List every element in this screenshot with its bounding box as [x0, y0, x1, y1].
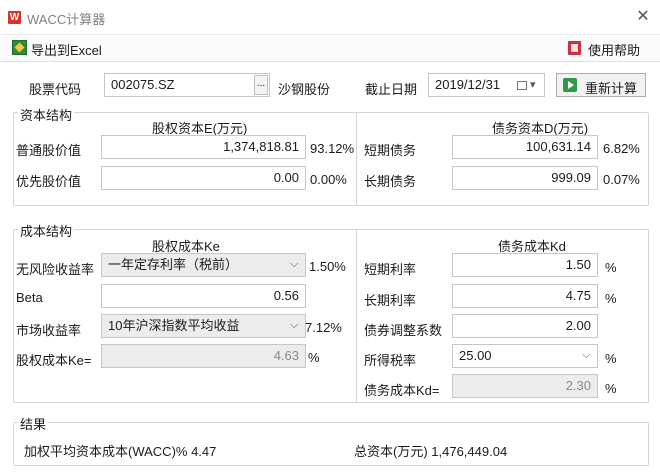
window-title: WACC计算器 — [27, 12, 106, 27]
long-term-rate-input[interactable]: 4.75 — [452, 284, 598, 308]
risk-free-chevron-down-icon[interactable]: ⌵ — [290, 258, 298, 271]
cost-of-debt-label: 债务成本Kd= — [364, 383, 440, 398]
long-term-rate-label: 长期利率 — [364, 293, 417, 308]
debt-adjustment-input[interactable]: 2.00 — [452, 314, 598, 338]
risk-free-rate-select[interactable]: 一年定存利率（税前） — [101, 253, 306, 277]
wacc-result: 加权平均资本成本(WACC)% 4.47 — [24, 444, 217, 459]
app-logo-icon: W — [8, 11, 21, 24]
short-term-debt-label: 短期债务 — [364, 143, 417, 158]
short-term-debt-pct: 6.82% — [603, 141, 640, 156]
tax-chevron-down-icon[interactable]: ⌵ — [582, 349, 590, 362]
export-to-excel-button[interactable]: 导出到Excel — [31, 40, 102, 59]
excel-export-icon[interactable] — [12, 40, 27, 55]
market-chevron-down-icon[interactable]: ⌵ — [290, 319, 298, 332]
debt-adjustment-label: 债券调整系数 — [364, 323, 443, 338]
tax-rate-option: 25.00 — [459, 348, 492, 363]
short-term-rate-label: 短期利率 — [364, 262, 417, 277]
tax-rate-select[interactable]: 25.00 — [452, 344, 598, 368]
risk-free-rate-option: 一年定存利率（税前） — [108, 257, 239, 272]
long-term-debt-label: 长期债务 — [364, 174, 417, 189]
date-chevron-down-icon[interactable]: ▾ — [530, 78, 536, 91]
cost-of-equity-unit: % — [308, 350, 320, 365]
cost-of-equity-value: 4.63 — [101, 344, 306, 368]
tax-rate-label: 所得税率 — [364, 353, 417, 368]
market-return-pct: 7.12% — [305, 320, 342, 335]
calendar-icon[interactable] — [517, 81, 527, 90]
date-label: 截止日期 — [365, 82, 418, 97]
beta-input[interactable]: 0.56 — [101, 284, 306, 308]
long-term-rate-unit: % — [605, 291, 617, 306]
recalculate-label: 重新计算 — [585, 81, 638, 96]
cost-structure-title: 成本结构 — [18, 221, 75, 240]
date-picker[interactable]: 2019/12/31 — [428, 73, 545, 97]
cost-of-equity-label: 股权成本Ke= — [16, 353, 92, 368]
stock-name: 沙钢股份 — [278, 82, 331, 97]
stock-code-label: 股票代码 — [29, 82, 82, 97]
beta-label: Beta — [16, 290, 43, 305]
short-term-debt-value[interactable]: 100,631.14 — [452, 135, 598, 159]
cost-divider — [356, 230, 357, 402]
market-return-label: 市场收益率 — [16, 323, 82, 338]
market-return-option: 10年沪深指数平均收益 — [108, 318, 240, 333]
help-button[interactable]: 使用帮助 — [588, 40, 640, 59]
capital-structure-title: 资本结构 — [18, 105, 75, 124]
capital-divider — [356, 113, 357, 205]
cost-of-debt-value: 2.30 — [452, 374, 598, 398]
preferred-stock-label: 优先股价值 — [16, 174, 82, 189]
preferred-stock-pct: 0.00% — [310, 172, 347, 187]
stock-browse-button[interactable]: ... — [254, 75, 268, 95]
date-value: 2019/12/31 — [435, 77, 501, 92]
short-term-rate-unit: % — [605, 260, 617, 275]
close-button[interactable]: ✕ — [634, 8, 652, 26]
common-stock-value[interactable]: 1,374,818.81 — [101, 135, 306, 159]
cost-of-debt-unit: % — [605, 381, 617, 396]
stock-code-input[interactable]: 002075.SZ — [104, 73, 270, 97]
common-stock-pct: 93.12% — [310, 141, 355, 156]
help-book-icon[interactable] — [568, 41, 581, 55]
total-capital-result: 总资本(万元) 1,476,449.04 — [354, 444, 508, 459]
short-term-rate-input[interactable]: 1.50 — [452, 253, 598, 277]
risk-free-rate-pct: 1.50% — [309, 259, 346, 274]
long-term-debt-value[interactable]: 999.09 — [452, 166, 598, 190]
market-return-select[interactable]: 10年沪深指数平均收益 — [101, 314, 306, 338]
preferred-stock-value[interactable]: 0.00 — [101, 166, 306, 190]
risk-free-rate-label: 无风险收益率 — [16, 262, 95, 277]
result-title: 结果 — [18, 414, 49, 433]
common-stock-label: 普通股价值 — [16, 143, 82, 158]
play-icon — [563, 78, 577, 92]
long-term-debt-pct: 0.07% — [603, 172, 640, 187]
tax-rate-unit: % — [605, 351, 617, 366]
